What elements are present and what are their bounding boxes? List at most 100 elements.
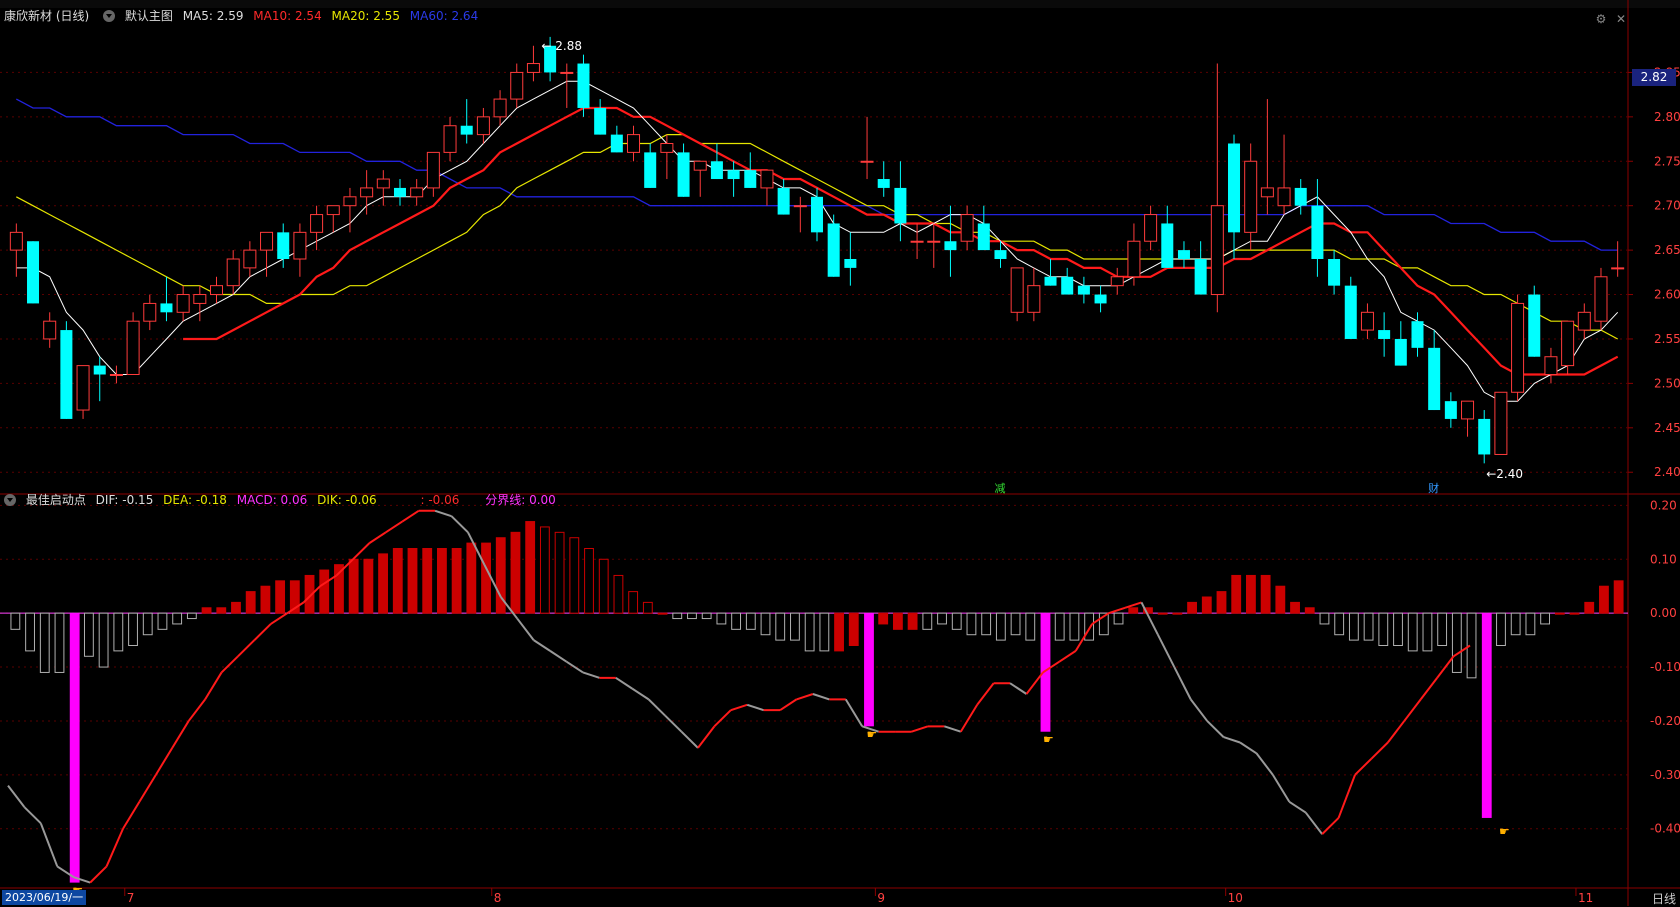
macd-bar-pos	[569, 537, 580, 614]
dif-segment	[664, 714, 683, 733]
dif-segment	[368, 531, 387, 544]
indicator-menu-icon[interactable]	[4, 493, 16, 506]
candle-body-up	[143, 302, 157, 322]
macd-bar-pos	[201, 607, 212, 614]
macd-bar-neg	[966, 612, 977, 636]
macd-bar-pos	[319, 569, 330, 614]
ind-tick-label: 0.10	[1650, 552, 1677, 566]
dif-segment	[171, 720, 190, 749]
stock-title[interactable]: 康欣新材 (日线)	[4, 9, 89, 23]
dif-segment	[270, 612, 288, 625]
macd-bar-pos	[628, 591, 639, 614]
macd-bar-neg	[1378, 612, 1389, 647]
macd-bar-pos	[1304, 607, 1315, 614]
candle-body-down	[710, 161, 723, 180]
signal-bar	[1481, 613, 1492, 818]
candle-body-up	[193, 294, 207, 304]
candle-body-up	[43, 320, 57, 340]
dif-segment	[253, 623, 272, 641]
macd-bar-pos	[598, 558, 609, 614]
candle-body-down	[677, 152, 690, 197]
candle-body-up	[326, 205, 340, 216]
macd-bar-neg	[981, 612, 992, 636]
indicator-name[interactable]: 最佳启动点	[26, 493, 86, 507]
macd-bar-pos	[348, 558, 359, 614]
macd-bar-neg	[745, 612, 756, 630]
candle-body-up	[510, 71, 524, 100]
candle-body-up	[443, 125, 457, 153]
dif-segment	[401, 509, 420, 523]
ma10-label: MA10: 2.54	[253, 9, 322, 23]
candle-body-up	[1110, 276, 1124, 287]
candle-body-up	[1577, 311, 1591, 331]
candle-body-up	[1594, 276, 1608, 322]
candle-body-down	[944, 241, 957, 251]
macd-bar-neg	[172, 612, 183, 625]
period-label[interactable]: 日线	[1652, 890, 1676, 907]
dif-segment	[1206, 720, 1225, 738]
macd-bar-neg	[25, 612, 35, 652]
macd-bar-pos	[216, 607, 227, 614]
chart-menu-icon[interactable]	[103, 9, 116, 22]
macd-bar-pos	[1128, 607, 1139, 614]
macd-bar-neg	[1054, 612, 1065, 641]
candle-body-up	[627, 134, 641, 153]
dif-segment	[1370, 741, 1389, 760]
macd-bar-pos	[1599, 585, 1609, 614]
macd-bar-neg	[54, 612, 65, 673]
candle-body-up	[226, 258, 240, 287]
candle-body-down	[1344, 285, 1357, 339]
candle-body-down	[744, 170, 757, 188]
divider-label: 分界线: 0.00	[485, 493, 556, 507]
macd-bar-neg	[951, 612, 962, 630]
candle-body-up	[960, 214, 974, 242]
candle-body-down	[27, 241, 40, 304]
month-tick-label: 7	[127, 891, 135, 905]
macd-bar-pos	[378, 553, 388, 614]
candle-body-up	[660, 143, 674, 153]
dif-segment	[39, 822, 59, 867]
candle-body-down	[1194, 259, 1207, 295]
candle-body-up	[376, 178, 390, 189]
macd-bar-neg	[1025, 612, 1036, 641]
macd-bar-pos	[584, 548, 594, 614]
dif-segment	[697, 725, 716, 749]
price-tick-label: 2.55	[1654, 332, 1680, 346]
macd-bar-neg	[39, 612, 50, 673]
macd-bar-pos	[1613, 580, 1624, 614]
macd-bar-neg	[1363, 612, 1374, 641]
candle-body-up	[1511, 302, 1525, 393]
candle-body-up	[560, 71, 574, 74]
close-icon[interactable]: ✕	[1614, 12, 1628, 26]
dif-segment	[746, 703, 764, 712]
candle-body-up	[860, 160, 874, 163]
candle-body-down	[1094, 294, 1107, 304]
candle-body-up	[1561, 320, 1575, 367]
macd-bar-neg	[804, 612, 815, 652]
candle-body-down	[1328, 259, 1341, 286]
dif-segment	[976, 682, 995, 706]
dif-segment	[1288, 800, 1307, 814]
dif-segment	[1108, 606, 1126, 615]
dif-segment	[1304, 811, 1323, 835]
macd-bar-pos	[392, 548, 403, 614]
macd-bar-neg	[716, 612, 727, 625]
settings-icon[interactable]: ⚙	[1594, 12, 1608, 26]
macd-bar-neg	[1496, 612, 1506, 647]
chart-name[interactable]: 默认主图	[125, 9, 173, 23]
macd-bar-neg	[922, 612, 933, 630]
macd-bar-neg	[1422, 612, 1433, 652]
dif-segment	[352, 542, 371, 560]
chart-canvas[interactable]: 2.852.802.752.702.652.602.552.502.452.40…	[0, 0, 1680, 906]
macd-bar-neg	[128, 612, 138, 647]
signal-hand-icon: ☛	[1043, 733, 1054, 747]
dif-segment	[1156, 634, 1176, 668]
macd-bar-neg	[1334, 612, 1345, 636]
macd-bar-neg	[790, 612, 800, 641]
candle-body-up	[76, 365, 90, 411]
dif-segment	[615, 676, 633, 690]
candle-body-up	[1494, 391, 1508, 455]
candle-body-down	[1394, 338, 1407, 366]
candle-body-down	[1177, 250, 1190, 259]
candle-body-up	[1544, 356, 1558, 376]
